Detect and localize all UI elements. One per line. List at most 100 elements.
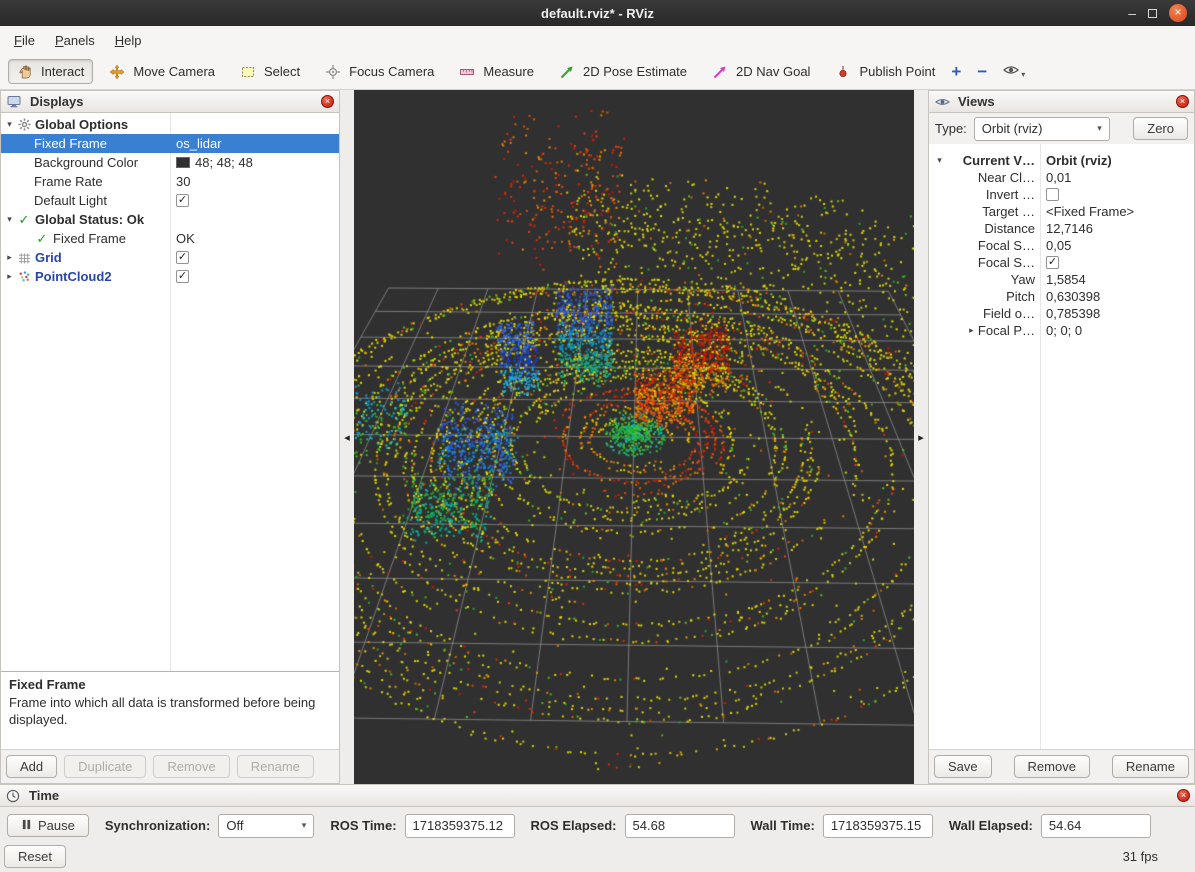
3d-view-canvas[interactable] xyxy=(354,90,914,784)
displays-row-grid[interactable]: ▸Grid✓ xyxy=(1,248,339,267)
row-checkbox[interactable]: ✓ xyxy=(176,270,189,283)
views-save-button[interactable]: Save xyxy=(934,755,992,778)
property-value: 0; 0; 0 xyxy=(1046,323,1082,338)
displays-row-fixed-frame[interactable]: Fixed Frameos_lidar xyxy=(1,134,339,153)
view-type-value: Orbit (rviz) xyxy=(982,121,1043,136)
synchronization-select[interactable]: Off▾ xyxy=(218,814,314,838)
tool-label: Move Camera xyxy=(133,64,215,79)
displays-duplicate-button[interactable]: Duplicate xyxy=(64,755,146,778)
views-row-distance[interactable]: Distance12,7146 xyxy=(929,220,1194,237)
expander-open-icon[interactable]: ▾ xyxy=(3,214,16,225)
cloud-icon xyxy=(16,269,32,284)
expander-closed-icon[interactable]: ▸ xyxy=(3,271,16,282)
time-close-button[interactable]: × xyxy=(1177,789,1190,802)
minimize-button[interactable]: – xyxy=(1128,8,1136,18)
wall-time-field[interactable]: 1718359375.15 xyxy=(823,814,933,838)
views-checkbox[interactable] xyxy=(1046,188,1059,201)
chevron-down-icon: ▾ xyxy=(1021,70,1025,79)
property-name: Near Cl… xyxy=(978,170,1035,185)
displays-add-button[interactable]: Add xyxy=(6,755,57,778)
views-remove-button[interactable]: Remove xyxy=(1014,755,1090,778)
property-name: Invert … xyxy=(986,187,1035,202)
tool-focus-camera[interactable]: Focus Camera xyxy=(316,59,443,84)
remove-tool-button[interactable]: − xyxy=(977,63,987,80)
tool-visibility-button[interactable]: ▾ xyxy=(1003,64,1025,79)
ros-time-field[interactable]: 1718359375.12 xyxy=(405,814,515,838)
tool-label: 2D Pose Estimate xyxy=(583,64,687,79)
collapse-left-icon[interactable]: ◂ xyxy=(344,431,350,444)
window-title: default.rviz* - RViz xyxy=(0,6,1195,21)
views-row-yaw[interactable]: Yaw1,5854 xyxy=(929,271,1194,288)
measure-icon xyxy=(459,64,475,79)
synchronization-label: Synchronization: xyxy=(105,818,210,833)
expander-open-icon[interactable]: ▾ xyxy=(933,155,946,166)
views-row-current-v[interactable]: ▾Current V…Orbit (rviz) xyxy=(929,152,1194,169)
views-row-invert[interactable]: Invert … xyxy=(929,186,1194,203)
displays-row-fixed-frame[interactable]: ✓Fixed FrameOK xyxy=(1,229,339,248)
property-name: Current V… xyxy=(963,153,1035,168)
tool-measure[interactable]: Measure xyxy=(450,59,543,84)
views-row-target[interactable]: Target …<Fixed Frame> xyxy=(929,203,1194,220)
tool-publish-point[interactable]: Publish Point xyxy=(826,59,944,84)
expander-closed-icon[interactable]: ▸ xyxy=(3,252,16,263)
row-checkbox[interactable]: ✓ xyxy=(176,251,189,264)
views-row-focal-s[interactable]: Focal S…0,05 xyxy=(929,237,1194,254)
ros-elapsed-field[interactable]: 54.68 xyxy=(625,814,735,838)
displays-row-global-status-ok[interactable]: ▾✓Global Status: Ok xyxy=(1,210,339,229)
displays-rename-button[interactable]: Rename xyxy=(237,755,314,778)
wall-elapsed-field[interactable]: 54.64 xyxy=(1041,814,1151,838)
displays-row-default-light[interactable]: Default Light✓ xyxy=(1,191,339,210)
views-row-near-cl[interactable]: Near Cl…0,01 xyxy=(929,169,1194,186)
main-area: Displays × ▾Global OptionsFixed Frameos_… xyxy=(0,90,1195,784)
tool-move-camera[interactable]: Move Camera xyxy=(100,59,224,84)
tool-interact[interactable]: Interact xyxy=(8,59,93,84)
property-name: Field o… xyxy=(983,306,1035,321)
displays-row-frame-rate[interactable]: Frame Rate30 xyxy=(1,172,339,191)
collapse-right-icon[interactable]: ▸ xyxy=(918,431,924,444)
menu-panels[interactable]: Panels xyxy=(45,29,105,52)
maximize-button[interactable] xyxy=(1148,9,1157,18)
tool-2d-pose-estimate[interactable]: 2D Pose Estimate xyxy=(550,59,696,84)
reset-button[interactable]: Reset xyxy=(4,845,66,868)
fps-counter: 31 fps xyxy=(1123,849,1158,864)
help-title: Fixed Frame xyxy=(9,677,331,694)
views-rename-button[interactable]: Rename xyxy=(1112,755,1189,778)
right-splitter[interactable]: ▸ xyxy=(914,90,928,784)
view-type-select[interactable]: Orbit (rviz) ▾ xyxy=(974,117,1110,141)
views-title: Views xyxy=(958,94,995,109)
displays-help-box: Fixed Frame Frame into which all data is… xyxy=(1,671,339,749)
pause-button[interactable]: Pause xyxy=(7,814,89,837)
menu-file[interactable]: File xyxy=(4,29,45,52)
eye-icon xyxy=(1003,64,1019,79)
displays-remove-button[interactable]: Remove xyxy=(153,755,229,778)
row-checkbox[interactable]: ✓ xyxy=(176,194,189,207)
menu-help[interactable]: Help xyxy=(105,29,152,52)
add-tool-button[interactable]: + xyxy=(951,63,961,80)
pause-icon xyxy=(21,818,32,833)
property-name: Pitch xyxy=(1006,289,1035,304)
expander-closed-icon[interactable]: ▸ xyxy=(965,325,978,336)
zero-button[interactable]: Zero xyxy=(1133,117,1188,140)
displays-row-global-options[interactable]: ▾Global Options xyxy=(1,115,339,134)
views-close-button[interactable]: × xyxy=(1176,95,1189,108)
views-row-field-o[interactable]: Field o…0,785398 xyxy=(929,305,1194,322)
left-splitter[interactable]: ◂ xyxy=(340,90,354,784)
view-type-label: Type: xyxy=(935,121,967,136)
displays-row-background-color[interactable]: Background Color48; 48; 48 xyxy=(1,153,339,172)
views-row-focal-p[interactable]: ▸Focal P…0; 0; 0 xyxy=(929,322,1194,339)
property-name: Focal S… xyxy=(978,238,1035,253)
close-button[interactable]: × xyxy=(1169,4,1187,22)
views-checkbox[interactable]: ✓ xyxy=(1046,256,1059,269)
time-panel: Time × PauseSynchronization:Off▾ROS Time… xyxy=(0,784,1195,872)
views-row-focal-s[interactable]: Focal S…✓ xyxy=(929,254,1194,271)
expander-open-icon[interactable]: ▾ xyxy=(3,119,16,130)
tool-label: Measure xyxy=(483,64,534,79)
toolbar-extras: +− ▾ xyxy=(951,63,1195,80)
tool-2d-nav-goal[interactable]: 2D Nav Goal xyxy=(703,59,819,84)
displays-close-button[interactable]: × xyxy=(321,95,334,108)
views-row-pitch[interactable]: Pitch0,630398 xyxy=(929,288,1194,305)
tool-select[interactable]: Select xyxy=(231,59,309,84)
3d-viewport[interactable] xyxy=(354,90,914,784)
time-bottom: Reset 31 fps xyxy=(0,844,1195,872)
displays-row-pointcloud2[interactable]: ▸PointCloud2✓ xyxy=(1,267,339,286)
